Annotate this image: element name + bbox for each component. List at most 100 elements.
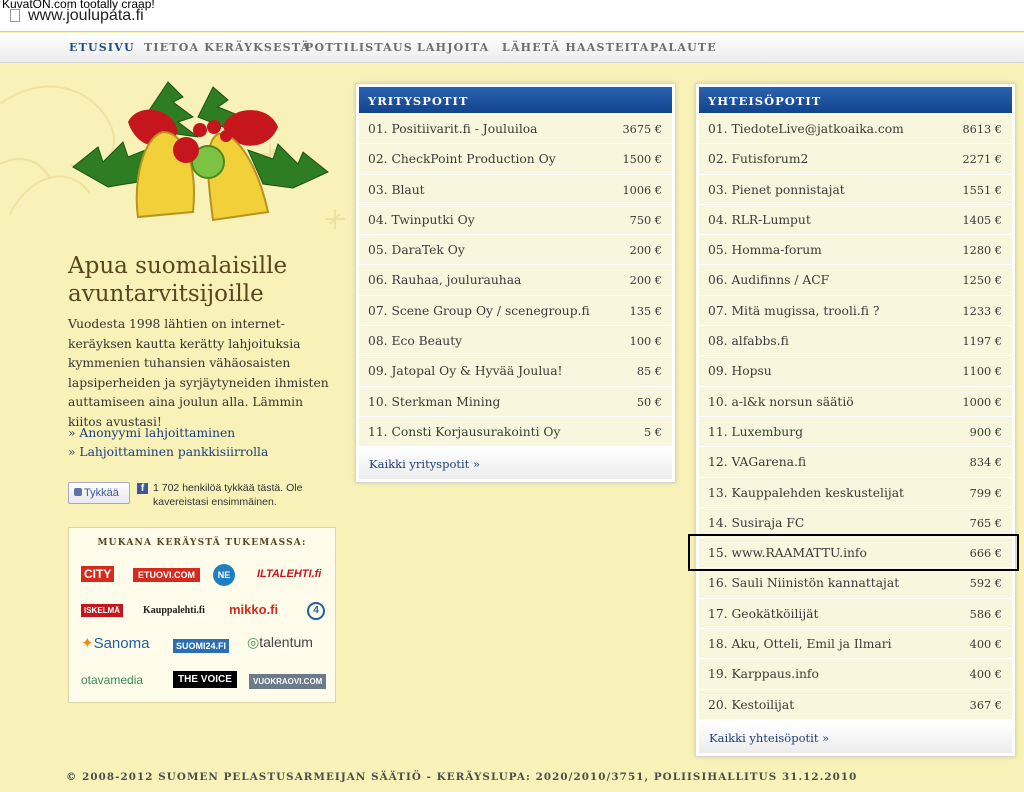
page-title: Apua suomalaisille avuntarvitsijoille <box>68 253 288 307</box>
list-item[interactable]: 12. VAGarena.fi 834 € <box>699 447 1012 478</box>
sponsors-title: MUKANA KERÄYSTÄ TUKEMASSA: <box>97 538 307 548</box>
list-item-amount: 586 € <box>969 607 1002 621</box>
list-item-name: 06. Audifinns / ACF <box>708 273 830 288</box>
list-item[interactable]: 01. TiedoteLive@jatkoaika.com 8613 € <box>699 114 1012 145</box>
list-item[interactable]: 08. Eco Beauty 100 € <box>359 326 672 357</box>
list-item[interactable]: 16. Sauli Niinistön kannattajat 592 € <box>699 568 1012 599</box>
sponsor-iskelma-logo[interactable]: ISKELMÄ <box>81 604 123 617</box>
sponsor-iltalehti-logo[interactable]: ILTALEHTI.fi <box>257 568 321 580</box>
nav-lahjoita[interactable]: LAHJOITA <box>417 41 489 54</box>
main-nav: ETUSIVU TIETOA KERÄYKSESTÄ POTTILISTAUS … <box>0 33 1024 63</box>
thumbs-up-icon <box>74 488 82 496</box>
list-item[interactable]: 10. a-l&k norsun säätiö 1000 € <box>699 386 1012 417</box>
list-item-amount: 1233 € <box>962 304 1002 318</box>
list-item[interactable]: 08. alfabbs.fi 1197 € <box>699 326 1012 357</box>
list-item-amount: 834 € <box>969 456 1002 470</box>
list-item-amount: 367 € <box>969 698 1002 712</box>
community-panel-title: YHTEISÖPOTIT <box>699 87 1012 113</box>
list-item-amount: 1500 € <box>622 153 662 167</box>
sponsor-mikko-logo[interactable]: mikko.fi <box>229 602 278 617</box>
list-item[interactable]: 07. Scene Group Oy / scenegroup.fi 135 € <box>359 295 672 327</box>
list-item-amount: 900 € <box>969 425 1002 439</box>
list-item-name: 09. Jatopal Oy & Hyvää Joulua! <box>368 364 563 379</box>
list-item-name: 18. Aku, Otteli, Emil ja Ilmari <box>708 637 892 652</box>
list-item-amount: 750 € <box>629 213 662 227</box>
list-item-name: 10. Sterkman Mining <box>368 394 501 409</box>
list-item[interactable]: 01. Positiivarit.fi - Jouluiloa 3675 € <box>359 114 672 145</box>
list-item-name: 03. Blaut <box>368 182 425 197</box>
sponsor-thevoice-logo[interactable]: THE VOICE <box>173 671 237 688</box>
list-item-amount: 5 € <box>644 425 662 439</box>
sponsors-box: MUKANA KERÄYSTÄ TUKEMASSA: CITY ETUOVI.C… <box>68 527 336 703</box>
list-item-name: 05. DaraTek Oy <box>368 243 465 258</box>
list-item[interactable]: 03. Pienet ponnistajat 1551 € <box>699 174 1012 205</box>
list-item-amount: 200 € <box>629 274 662 288</box>
list-item-name: 07. Mitä mugissa, trooli.fi ? <box>708 303 880 318</box>
list-item-amount: 400 € <box>969 638 1002 652</box>
sponsor-etuovi-logo[interactable]: ETUOVI.COM <box>133 568 201 582</box>
list-item-name: 09. Hopsu <box>708 364 772 379</box>
list-item-name: 06. Rauhaa, joulurauhaa <box>368 273 522 288</box>
list-item[interactable]: 09. Hopsu 1100 € <box>699 356 1012 387</box>
list-item[interactable]: 05. DaraTek Oy 200 € <box>359 235 672 266</box>
sponsor-vuokraovi-logo[interactable]: VUOKRAOVI.COM <box>249 674 327 689</box>
list-item-name: 11. Consti Korjausurakointi Oy <box>368 424 561 439</box>
list-item-name: 04. RLR-Lumput <box>708 212 811 227</box>
highlight-box <box>688 534 1019 571</box>
list-item[interactable]: 02. CheckPoint Production Oy 1500 € <box>359 144 672 175</box>
all-company-pots-link[interactable]: Kaikki yrityspotit » <box>359 449 672 479</box>
list-item[interactable]: 20. Kestoilijat 367 € <box>699 689 1012 720</box>
sponsor-suomi24-logo[interactable]: SUOMI24.FI <box>173 639 230 653</box>
sponsor-city-logo[interactable]: CITY <box>81 566 115 582</box>
sponsor-ne-logo[interactable]: NE <box>213 564 235 586</box>
list-item-name: 04. Twinputki Oy <box>368 212 475 227</box>
list-item[interactable]: 06. Audifinns / ACF 1250 € <box>699 265 1012 296</box>
list-item[interactable]: 11. Consti Korjausurakointi Oy 5 € <box>359 416 672 448</box>
facebook-icon: f <box>137 483 148 494</box>
list-item-name: 01. Positiivarit.fi - Jouluiloa <box>368 122 538 136</box>
list-item[interactable]: 13. Kauppalehden keskustelijat 799 € <box>699 477 1012 508</box>
list-item[interactable]: 09. Jatopal Oy & Hyvää Joulua! 85 € <box>359 356 672 387</box>
sponsor-kauppalehti-logo[interactable]: Kauppalehti.fi <box>143 605 205 616</box>
list-item[interactable]: 02. Futisforum2 2271 € <box>699 144 1012 175</box>
bank-transfer-link[interactable]: » Lahjoittaminen pankkisiirrolla <box>68 445 268 459</box>
company-list: 01. Positiivarit.fi - Jouluiloa 3675 € 02.… <box>359 114 672 448</box>
list-item-name: 01. TiedoteLive@jatkoaika.com <box>708 122 904 136</box>
nav-laheta-haasteita[interactable]: LÄHETÄ HAASTEITA <box>502 41 649 54</box>
list-item-name: 14. Susiraja FC <box>708 515 805 530</box>
list-item[interactable]: 17. Geokätköilijät 586 € <box>699 598 1012 630</box>
all-community-pots-link[interactable]: Kaikki yhteisöpotit » <box>699 723 1012 753</box>
list-item-amount: 50 € <box>636 395 662 409</box>
nav-etusivu[interactable]: ETUSIVU <box>69 41 135 54</box>
sponsor-talentum-text: talentum <box>259 634 313 650</box>
sponsor-otavamedia-logo[interactable]: otavamedia <box>81 673 143 687</box>
list-item-name: 08. Eco Beauty <box>368 334 463 349</box>
nav-palaute[interactable]: PALAUTE <box>650 41 717 54</box>
list-item[interactable]: 07. Mitä mugissa, trooli.fi ? 1233 € <box>699 295 1012 327</box>
browser-url-bar[interactable]: www.joulupata.fi KuvatON.com tootally cr… <box>0 0 1024 32</box>
sponsor-talentum-logo[interactable]: ◎talentum <box>247 634 313 651</box>
list-item[interactable]: 03. Blaut 1006 € <box>359 174 672 205</box>
list-item-name: 03. Pienet ponnistajat <box>708 182 845 197</box>
facebook-like-button[interactable]: Tykkää <box>68 482 130 504</box>
list-item[interactable]: 04. RLR-Lumput 1405 € <box>699 204 1012 236</box>
list-item-amount: 1197 € <box>962 335 1002 349</box>
list-item[interactable]: 05. Homma-forum 1280 € <box>699 235 1012 266</box>
sponsor-sanoma-text: Sanoma <box>93 635 150 652</box>
list-item[interactable]: 11. Luxemburg 900 € <box>699 416 1012 448</box>
watermark-text: KuvatON.com tootally craap! <box>2 0 155 11</box>
anonymous-donation-link[interactable]: » Anonyymi lahjoittaminen <box>68 426 235 440</box>
list-item-amount: 85 € <box>636 365 662 379</box>
list-item[interactable]: 10. Sterkman Mining 50 € <box>359 386 672 417</box>
list-item-amount: 799 € <box>969 486 1002 500</box>
list-item[interactable]: 18. Aku, Otteli, Emil ja Ilmari 400 € <box>699 629 1012 660</box>
list-item[interactable]: 19. Karppaus.info 400 € <box>699 659 1012 690</box>
list-item[interactable]: 04. Twinputki Oy 750 € <box>359 204 672 236</box>
nav-tietoa[interactable]: TIETOA KERÄYKSESTÄ <box>144 41 310 54</box>
sanoma-mark-icon: ✦ <box>81 635 94 652</box>
company-pots-panel: YRITYSPOTIT 01. Positiivarit.fi - Joului… <box>355 83 676 483</box>
sponsor-nelonen-logo[interactable]: 4 <box>307 602 325 620</box>
sponsor-sanoma-logo[interactable]: ✦Sanoma <box>81 634 149 652</box>
nav-pottilistaus[interactable]: POTTILISTAUS <box>305 41 413 54</box>
list-item[interactable]: 06. Rauhaa, joulurauhaa 200 € <box>359 265 672 296</box>
